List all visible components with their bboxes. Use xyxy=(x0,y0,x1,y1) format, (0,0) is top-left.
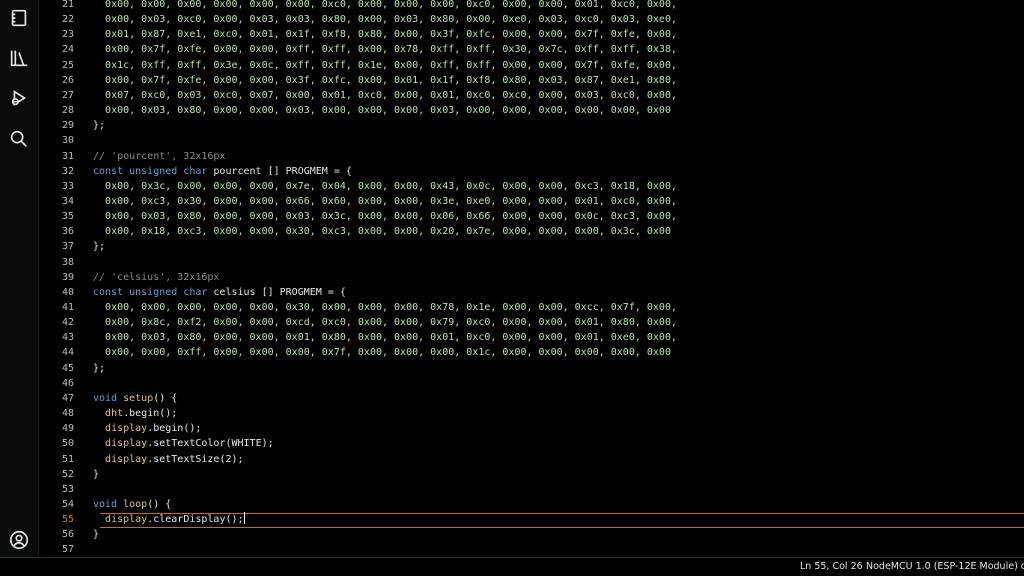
line-number: 31 xyxy=(61,150,74,162)
code-text: 0x00, 0x00, 0x00, 0x00, 0x00, 0x00, 0xc0… xyxy=(105,0,677,10)
code-line[interactable] xyxy=(38,239,1024,254)
debug-icon xyxy=(11,90,27,106)
code-line[interactable] xyxy=(38,255,1024,270)
code-text: 0x07, 0xc0, 0x03, 0xc0, 0x07, 0x00, 0x01… xyxy=(105,89,677,101)
line-number: 21 xyxy=(61,0,74,10)
line-number: 52 xyxy=(61,468,74,480)
line-number: 57 xyxy=(61,544,74,556)
code-line[interactable] xyxy=(38,542,1024,557)
code-text: 0x00, 0x03, 0x80, 0x00, 0x00, 0x03, 0x3c… xyxy=(105,211,677,223)
line-number: 47 xyxy=(61,392,74,404)
line-number: 55 xyxy=(61,514,74,526)
code-line[interactable] xyxy=(38,527,1024,542)
code-text: 0x00, 0x03, 0x80, 0x00, 0x00, 0x01, 0x80… xyxy=(105,332,677,344)
code-text: // 'pourcent', 32x16px xyxy=(93,150,226,162)
line-number: 38 xyxy=(61,256,74,268)
code-text: display.setTextSize(2); xyxy=(105,453,244,465)
code-line[interactable] xyxy=(38,361,1024,376)
code-text: 0x01, 0x87, 0xe1, 0xc0, 0x01, 0x1f, 0xf8… xyxy=(105,29,677,41)
debug-button[interactable] xyxy=(0,80,38,116)
board-selector[interactable]: NodeMCU 1.0 (ESP-12E Module) on C xyxy=(866,561,1024,572)
line-number: 34 xyxy=(61,195,74,207)
code-text: void loop() { xyxy=(93,498,172,510)
code-text: display.begin(); xyxy=(105,423,202,435)
line-number: 53 xyxy=(61,483,74,495)
line-number: 28 xyxy=(61,105,74,117)
code-text: // 'celsius', 32x16px xyxy=(93,271,220,283)
code-text: const unsigned char celsius [] PROGMEM =… xyxy=(93,286,346,298)
explorer-icon xyxy=(11,9,27,27)
line-number: 30 xyxy=(61,135,74,147)
line-number: 54 xyxy=(61,498,74,510)
code-line[interactable] xyxy=(38,467,1024,482)
library-icon xyxy=(10,50,28,67)
line-number: 51 xyxy=(61,453,74,465)
code-line[interactable] xyxy=(38,482,1024,497)
code-text: 0x00, 0x7f, 0xfe, 0x00, 0x00, 0xff, 0xff… xyxy=(105,44,677,56)
code-line[interactable] xyxy=(38,391,1024,406)
status-bar: Ln 55, Col 26 NodeMCU 1.0 (ESP-12E Modul… xyxy=(0,557,1024,576)
code-line[interactable] xyxy=(38,133,1024,148)
account-button[interactable] xyxy=(0,522,38,558)
line-number: 44 xyxy=(61,347,74,359)
code-text: } xyxy=(93,468,100,480)
code-text: void setup() { xyxy=(93,392,178,404)
line-number: 33 xyxy=(61,180,74,192)
code-text: 0x00, 0xc3, 0x30, 0x00, 0x00, 0x66, 0x60… xyxy=(105,195,677,207)
line-number: 42 xyxy=(61,317,74,329)
line-number: 24 xyxy=(61,44,74,56)
code-text: 0x00, 0x7f, 0xfe, 0x00, 0x00, 0x3f, 0xfc… xyxy=(105,74,677,86)
line-number: 41 xyxy=(61,302,74,313)
code-line[interactable] xyxy=(38,118,1024,133)
line-number: 25 xyxy=(61,59,74,71)
line-number: 50 xyxy=(61,438,74,450)
code-line[interactable] xyxy=(38,497,1024,512)
line-number: 35 xyxy=(61,211,74,223)
line-number: 37 xyxy=(61,241,74,253)
library-manager-button[interactable] xyxy=(0,40,38,76)
line-number: 27 xyxy=(61,89,74,101)
code-text: 0x00, 0x00, 0x00, 0x00, 0x00, 0x30, 0x00… xyxy=(105,302,677,313)
code-text: 0x00, 0x03, 0xc0, 0x00, 0x03, 0x03, 0x80… xyxy=(105,14,677,26)
code-text: 0x1c, 0xff, 0xff, 0x3e, 0x0c, 0xff, 0xff… xyxy=(105,59,677,71)
line-number: 43 xyxy=(61,332,74,344)
code-text: }; xyxy=(93,362,106,374)
line-number: 29 xyxy=(61,120,74,132)
line-number: 36 xyxy=(61,226,74,238)
code-text: 0x00, 0x18, 0xc3, 0x00, 0x00, 0x30, 0xc3… xyxy=(105,226,671,238)
code-editor[interactable]: 21 0x00, 0x00, 0x00, 0x00, 0x00, 0x00, 0… xyxy=(38,0,1024,558)
line-number: 49 xyxy=(61,423,74,435)
sketchbook-button[interactable] xyxy=(0,0,38,36)
account-icon xyxy=(9,530,29,550)
code-text: 0x00, 0x8c, 0xf2, 0x00, 0x00, 0xcd, 0xc0… xyxy=(105,317,677,329)
code-text: 0x00, 0x00, 0xff, 0x00, 0x00, 0x00, 0x7f… xyxy=(105,347,671,359)
code-text: display.setTextColor(WHITE); xyxy=(105,438,274,450)
line-number: 23 xyxy=(61,29,74,41)
code-text: display.clearDisplay(); xyxy=(105,512,245,526)
code-text: }; xyxy=(93,120,106,132)
code-line[interactable] xyxy=(38,406,1024,421)
code-text: const unsigned char pourcent [] PROGMEM … xyxy=(93,165,352,177)
line-number: 56 xyxy=(61,529,74,541)
line-number: 46 xyxy=(61,377,74,389)
line-number: 39 xyxy=(61,271,74,283)
text-cursor xyxy=(243,512,245,525)
search-icon xyxy=(10,130,27,147)
code-text: dht.begin(); xyxy=(105,408,178,420)
cursor-position[interactable]: Ln 55, Col 26 xyxy=(800,561,863,572)
code-text: 0x00, 0x03, 0x80, 0x00, 0x00, 0x03, 0x00… xyxy=(105,105,671,117)
activity-bar xyxy=(0,0,39,558)
code-text: }; xyxy=(93,241,106,253)
code-line[interactable] xyxy=(38,376,1024,391)
code-text: 0x00, 0x3c, 0x00, 0x00, 0x00, 0x7e, 0x04… xyxy=(105,180,677,192)
line-number: 26 xyxy=(61,74,74,86)
search-button[interactable] xyxy=(0,121,38,157)
line-number: 22 xyxy=(61,14,74,26)
line-number: 48 xyxy=(61,408,74,420)
line-number: 32 xyxy=(61,165,74,177)
line-number: 45 xyxy=(61,362,74,374)
line-number: 40 xyxy=(61,286,74,298)
code-text: } xyxy=(93,529,100,541)
